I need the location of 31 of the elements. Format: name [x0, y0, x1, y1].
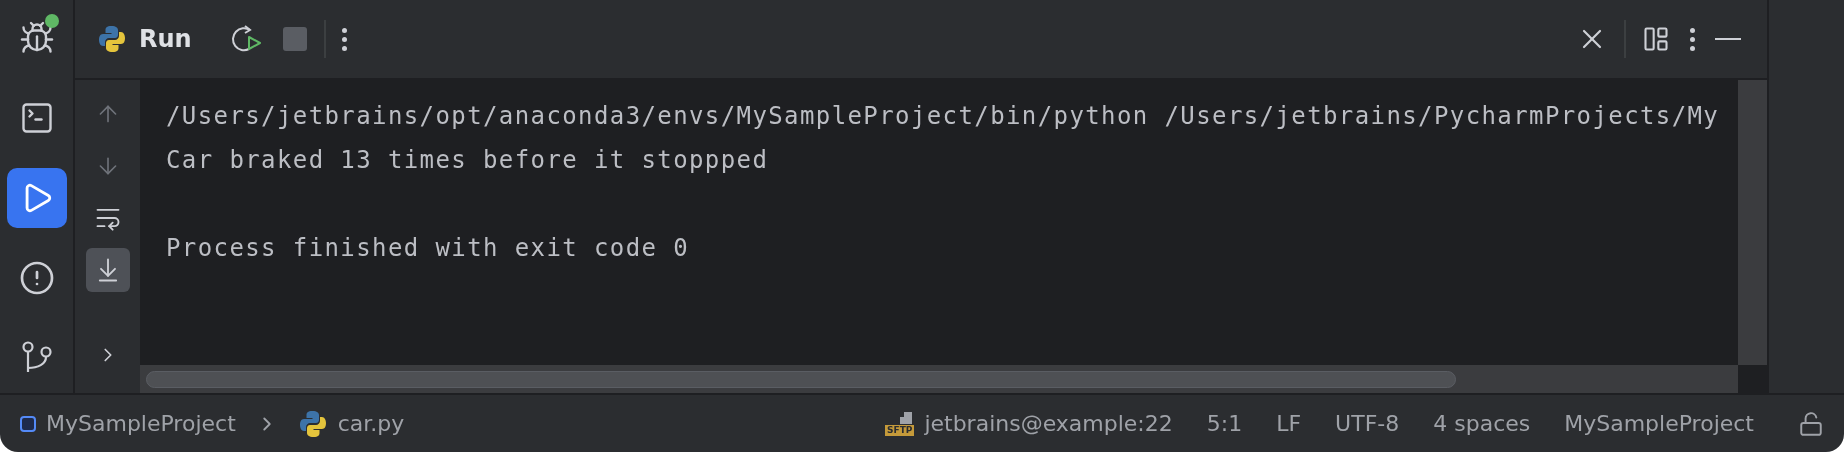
status-item[interactable]: 5:1	[1206, 411, 1243, 436]
server-icon	[898, 411, 915, 425]
panel-title: Run	[139, 25, 192, 53]
console-line: /Users/jetbrains/opt/anaconda3/envs/MySampleProject/bin/python /Users/jetbrains/PycharmProjects/My	[166, 101, 1721, 132]
bug-icon	[18, 20, 55, 56]
tool-window-button[interactable]	[6, 168, 67, 228]
project-icon	[20, 415, 36, 432]
console-line: Process finished with exit code 0	[166, 233, 691, 264]
status-item[interactable]: 4 spaces	[1433, 411, 1531, 436]
status-item[interactable]: UTF-8	[1335, 411, 1400, 436]
python-icon	[97, 24, 127, 54]
console-tool-button[interactable]	[85, 248, 130, 292]
unlocked-icon[interactable]	[1798, 410, 1824, 437]
more-icon	[341, 27, 347, 51]
scrollbar-thumb[interactable]	[146, 370, 1456, 388]
python-icon	[297, 408, 328, 439]
status-item[interactable]: LF	[1276, 411, 1302, 436]
rerun-icon	[229, 24, 262, 54]
console-line: Car braked 13 times before it stoppped	[166, 145, 770, 176]
sftp-badge: SFTP	[885, 425, 915, 436]
status-item[interactable]: MySampleProject	[1564, 411, 1754, 436]
alert-icon	[18, 260, 55, 296]
breadcrumb[interactable]: car.py	[337, 411, 405, 436]
more-icon	[1690, 27, 1695, 51]
vertical-scrollbar[interactable]	[1738, 80, 1767, 365]
stop-icon	[281, 26, 308, 52]
breadcrumb[interactable]: MySampleProject	[46, 411, 236, 436]
horizontal-scrollbar[interactable]	[140, 365, 1738, 393]
minimize-icon	[1715, 38, 1741, 40]
layout-icon	[1642, 25, 1670, 53]
status-item[interactable]: jetbrains@example:22	[924, 411, 1173, 436]
